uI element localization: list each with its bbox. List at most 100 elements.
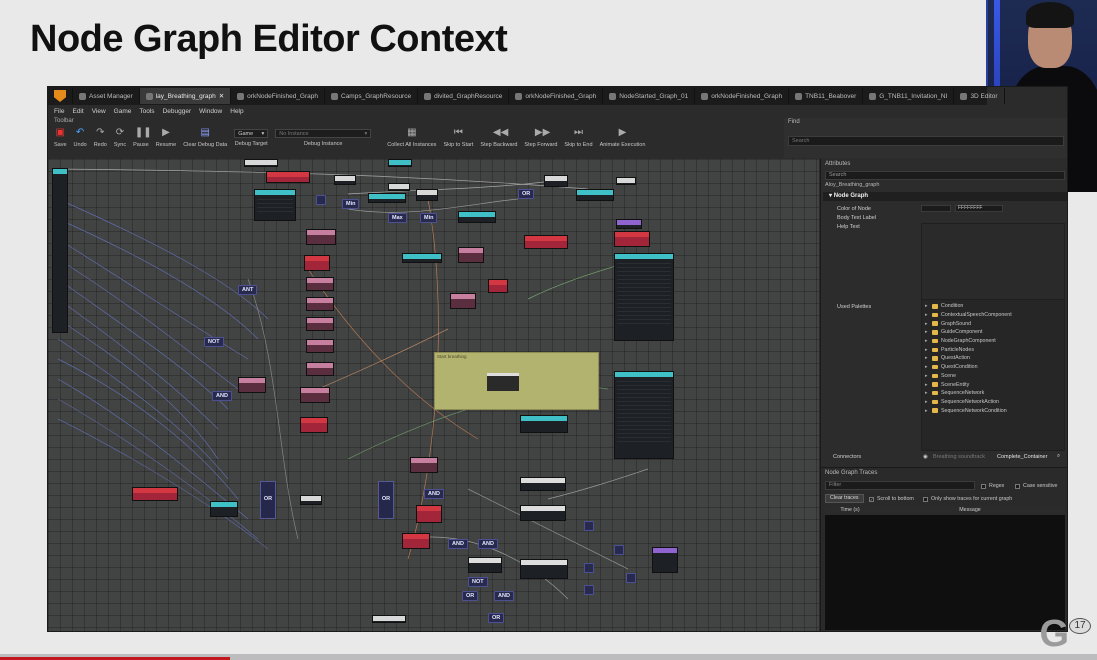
eye-icon[interactable]: ◉ (923, 454, 928, 460)
case-sensitive-checkbox[interactable]: Case sensitive (1015, 483, 1057, 489)
pause-button[interactable]: ❚❚ Pause (133, 127, 152, 148)
traces-filter-input[interactable]: Filter (825, 481, 975, 490)
graph-node[interactable] (244, 159, 278, 167)
tab-graph[interactable]: divited_GraphResource (418, 88, 510, 104)
graph-node[interactable] (306, 297, 334, 311)
graph-node[interactable] (306, 317, 334, 331)
graph-canvas[interactable]: OR OR Start breathing Min Max Min OR ANT… (48, 159, 819, 631)
list-item[interactable]: ▸ GraphSound (922, 319, 1064, 328)
tab-asset-manager[interactable]: Asset Manager (73, 88, 140, 104)
graph-node[interactable] (304, 255, 330, 271)
debug-instance-dropdown[interactable]: No Instance ▾ (275, 129, 372, 138)
graph-node[interactable] (266, 171, 310, 183)
graph-node[interactable] (410, 457, 438, 473)
list-item[interactable]: ▸ Condition (922, 302, 1064, 311)
graph-node[interactable] (450, 293, 476, 309)
logic-node-small[interactable] (584, 521, 594, 531)
tab-graph[interactable]: orkNodeFinished_Graph (231, 88, 325, 104)
graph-node[interactable] (614, 231, 650, 247)
graph-node[interactable] (238, 377, 266, 393)
logic-node-and[interactable]: AND (478, 539, 498, 549)
logic-node-and[interactable]: AND (448, 539, 468, 549)
list-item[interactable]: ▸ NodeGraphComponent (922, 337, 1064, 346)
list-item[interactable]: ▸ SceneEntity (922, 380, 1064, 389)
graph-node[interactable] (652, 547, 678, 573)
list-item[interactable]: ▸ ParticleNodes (922, 345, 1064, 354)
graph-node[interactable] (300, 387, 330, 403)
undo-button[interactable]: ↶ Undo (74, 127, 87, 148)
list-item[interactable]: ▸ SequenceNetworkCondition (922, 406, 1064, 415)
graph-node[interactable] (520, 559, 568, 579)
list-item[interactable]: ▸ SequenceNetworkAction (922, 398, 1064, 407)
graph-node[interactable] (544, 175, 568, 187)
menu-help[interactable]: Help (230, 108, 243, 115)
logic-node-or[interactable]: OR (488, 613, 505, 623)
graph-node[interactable] (306, 229, 336, 245)
graph-node[interactable] (520, 477, 566, 491)
graph-node[interactable] (300, 495, 322, 505)
menu-tools[interactable]: Tools (139, 108, 154, 115)
list-item[interactable]: ▸ QuestAction (922, 354, 1064, 363)
menu-window[interactable]: Window (199, 108, 222, 115)
find-search-input[interactable]: Search (788, 136, 1064, 146)
graph-node[interactable] (614, 371, 674, 459)
menu-view[interactable]: View (92, 108, 106, 115)
graph-node[interactable] (388, 183, 410, 191)
logic-node-or[interactable]: OR (462, 591, 479, 601)
logic-node-not[interactable]: NOT (468, 577, 488, 587)
color-swatch[interactable] (921, 205, 951, 212)
list-item[interactable]: ▸ ContextualSpeechComponent (922, 311, 1064, 320)
logic-node-ant[interactable]: ANT (238, 285, 258, 295)
clear-debug-data-button[interactable]: ▤ Clear Debug Data (183, 127, 227, 148)
graph-node[interactable] (368, 193, 406, 203)
graph-node[interactable] (487, 373, 519, 391)
logic-node-and[interactable]: AND (212, 391, 232, 401)
graph-node[interactable] (468, 557, 502, 573)
logic-node-min[interactable]: Min (420, 213, 438, 223)
graph-node[interactable] (52, 168, 68, 333)
graph-node[interactable] (520, 415, 568, 433)
graph-node[interactable] (616, 177, 636, 185)
connectors-link[interactable]: Complete_Container (997, 454, 1047, 460)
tab-3d-editor[interactable]: 3D Editor (954, 88, 1005, 104)
close-icon[interactable]: ✕ (219, 92, 224, 100)
tab-graph[interactable]: orkNodeFinished_Graph (695, 88, 790, 104)
graph-node[interactable] (388, 159, 412, 167)
search-icon[interactable]: ⌕ (1057, 453, 1060, 460)
redo-button[interactable]: ↷ Redo (94, 127, 107, 148)
logic-node-small[interactable] (584, 585, 594, 595)
graph-node[interactable] (306, 362, 334, 376)
logic-node-small[interactable] (316, 195, 326, 205)
skip-to-start-button[interactable]: ⏮ Skip to Start (443, 127, 473, 148)
graph-node[interactable] (576, 189, 614, 201)
graph-node[interactable] (488, 279, 508, 293)
sync-button[interactable]: ⟳ Sync (114, 127, 126, 148)
section-node-graph[interactable]: ▾ Node Graph (823, 192, 1067, 201)
tab-breathing-graph[interactable]: lay_Breathing_graph ✕ (139, 88, 232, 104)
graph-node[interactable] (254, 189, 296, 221)
logic-node-min[interactable]: Min (342, 199, 360, 209)
col-message[interactable]: Message (875, 506, 1065, 515)
graph-node[interactable] (458, 211, 496, 223)
graph-node[interactable] (416, 189, 438, 201)
graph-node[interactable] (458, 247, 484, 263)
tab-graph[interactable]: Camps_GraphResource (325, 88, 419, 104)
col-time[interactable]: Time (s) (825, 506, 875, 515)
graph-node[interactable] (210, 501, 238, 517)
or-node[interactable]: OR (260, 481, 276, 519)
list-item[interactable]: ▸ GuideComponent (922, 328, 1064, 337)
attributes-search-input[interactable]: Search (825, 171, 1065, 180)
graph-node[interactable] (372, 615, 406, 623)
menu-game[interactable]: Game (114, 108, 132, 115)
logic-node-small[interactable] (626, 573, 636, 583)
tab-graph[interactable]: TNB11_Beabover (789, 88, 864, 104)
or-node[interactable]: OR (378, 481, 394, 519)
logic-node-and[interactable]: AND (494, 591, 514, 601)
step-forward-button[interactable]: ▶▶ Step Forward (524, 127, 557, 148)
tab-graph[interactable]: orkNodeFinished_Graph (509, 88, 604, 104)
regex-checkbox[interactable]: Regex (981, 483, 1004, 489)
graph-node[interactable] (614, 253, 674, 341)
graph-node[interactable] (306, 277, 334, 291)
step-backward-button[interactable]: ◀◀ Step Backward (480, 127, 517, 148)
color-of-node-value[interactable]: FFFFFFFF (955, 205, 1003, 212)
